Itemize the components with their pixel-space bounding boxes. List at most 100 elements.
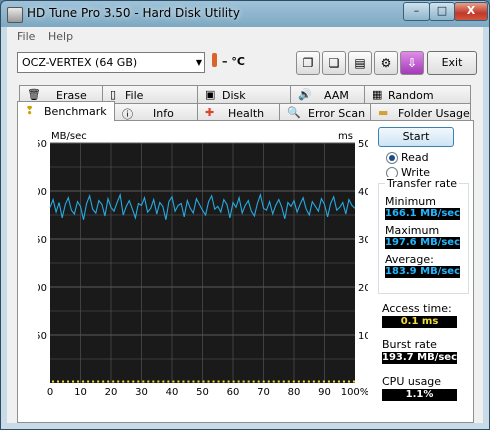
save-icon[interactable]: ▤ <box>348 51 372 75</box>
access-time-label: Access time: <box>382 302 452 315</box>
grid-icon: ▦ <box>372 88 383 101</box>
access-time-point <box>107 380 110 383</box>
y2-tick-label: 20 <box>358 283 368 294</box>
x-tick-label: 70 <box>257 387 270 398</box>
access-time-point <box>227 380 230 383</box>
tab-error-scan[interactable]: 🔍 Error Scan <box>279 103 371 121</box>
x-tick-label: 80 <box>288 387 301 398</box>
y-tick-label: 50 <box>38 331 47 342</box>
transfer-rate-group: Transfer rate Minimum 166.1 MB/sec Maxim… <box>378 177 469 294</box>
access-time-point <box>82 380 85 383</box>
read-radio-label: Read <box>401 151 429 164</box>
access-time-point <box>312 380 315 383</box>
drive-select[interactable]: OCZ-VERTEX (64 GB) ▼ <box>17 52 205 73</box>
access-time-point <box>262 380 265 383</box>
access-time-point <box>232 380 235 383</box>
exit-button[interactable]: Exit <box>427 51 477 75</box>
trash-icon: 🗑 <box>27 88 41 101</box>
y2-axis-label: ms <box>338 131 353 142</box>
tab-file-benchmark[interactable]: ▯ File Benchmark <box>102 85 198 115</box>
read-radio[interactable]: Read <box>386 151 466 164</box>
access-time-point <box>62 380 65 383</box>
toolbar: OCZ-VERTEX (64 GB) ▼ – °C ❐ ❏ ▤ ⚙ ⇩ Exit <box>7 47 483 79</box>
tab-health[interactable]: ✚ Health <box>197 103 280 121</box>
minimize-button[interactable]: – <box>403 2 430 21</box>
burst-rate-value: 193.7 MB/sec <box>382 352 457 364</box>
access-time-point <box>97 380 100 383</box>
menu-bar: File Help <box>7 27 483 45</box>
transfer-rate-title: Transfer rate <box>385 177 460 190</box>
access-time-point <box>267 380 270 383</box>
access-time-value: 0.1 ms <box>382 316 457 328</box>
access-time-point <box>52 380 54 383</box>
access-time-point <box>157 380 160 383</box>
x-tick-label: 30 <box>135 387 148 398</box>
x-tick-label: 100% <box>341 387 368 398</box>
access-time-point <box>102 380 105 383</box>
copy-screenshot-icon[interactable]: ❏ <box>322 51 346 75</box>
access-time-points <box>52 380 355 383</box>
temperature-readout: – °C <box>222 55 245 68</box>
access-time-point <box>187 380 190 383</box>
y-axis-label: MB/sec <box>51 131 87 142</box>
tab-disk-monitor[interactable]: ▣ Disk monitor <box>197 85 291 115</box>
folder-icon: ▬ <box>378 106 389 119</box>
access-time-point <box>67 380 70 383</box>
y-tick-label: 200 <box>38 187 47 198</box>
title-bar[interactable]: HD Tune Pro 3.50 - Hard Disk Utility – □… <box>1 1 489 27</box>
start-button[interactable]: Start <box>378 127 454 147</box>
y-tick-label: 100 <box>38 283 47 294</box>
access-time-point <box>332 380 335 383</box>
radio-selected-icon <box>386 152 398 164</box>
thermometer-icon <box>212 53 217 67</box>
access-time-point <box>167 380 170 383</box>
benchmark-chart: 50 100 150 200 250 10 20 30 40 50 0 10 20 30 40 50 60 70 8… <box>38 131 368 398</box>
tab-folder-usage[interactable]: ▬ Folder Usage <box>370 103 471 121</box>
tab-benchmark[interactable]: ❢ Benchmark <box>17 101 115 121</box>
access-time-point <box>222 380 225 383</box>
access-time-point <box>137 380 140 383</box>
options-icon[interactable]: ⚙ <box>374 51 398 75</box>
x-tick-label: 0 <box>47 387 53 398</box>
access-time-point <box>142 380 145 383</box>
access-time-point <box>192 380 195 383</box>
magnifier-icon: 🔍 <box>287 106 301 119</box>
benchmark-panel: 50 100 150 200 250 10 20 30 40 50 0 10 20 30 40 50 60 70 8… <box>17 120 474 423</box>
y2-tick-label: 50 <box>358 139 368 150</box>
maximize-button[interactable]: □ <box>429 2 455 21</box>
access-time-point <box>302 380 305 383</box>
tab-label: Folder Usage <box>398 107 470 120</box>
access-time-point <box>342 380 345 383</box>
access-time-point <box>132 380 135 383</box>
window-title: HD Tune Pro 3.50 - Hard Disk Utility <box>27 6 240 20</box>
access-time-point <box>117 380 120 383</box>
tab-label: Info <box>153 107 174 120</box>
health-cross-icon: ✚ <box>205 106 215 119</box>
average-label: Average: <box>385 253 434 266</box>
y-tick-label: 250 <box>38 139 47 150</box>
cpu-usage-label: CPU usage <box>382 375 442 388</box>
x-tick-label: 60 <box>227 387 240 398</box>
access-time-point <box>197 380 200 383</box>
access-time-point <box>327 380 330 383</box>
access-time-point <box>177 380 180 383</box>
tab-info[interactable]: ⓘ Info <box>114 103 198 121</box>
access-time-point <box>337 380 340 383</box>
access-time-point <box>72 380 75 383</box>
menu-file[interactable]: File <box>17 30 35 43</box>
close-button[interactable]: X <box>454 2 488 21</box>
access-time-point <box>247 380 250 383</box>
tab-random-access[interactable]: ▦ Random Access <box>364 85 471 115</box>
menu-help[interactable]: Help <box>48 30 73 43</box>
access-time-point <box>162 380 165 383</box>
access-time-point <box>277 380 280 383</box>
tab-aam[interactable]: 🔊 AAM <box>290 85 365 103</box>
access-time-point <box>252 380 255 383</box>
download-icon[interactable]: ⇩ <box>400 51 424 75</box>
copy-text-icon[interactable]: ❐ <box>296 51 320 75</box>
access-time-point <box>182 380 185 383</box>
access-time-point <box>242 380 245 383</box>
tab-label: Health <box>228 107 265 120</box>
access-time-point <box>212 380 215 383</box>
burst-rate-label: Burst rate <box>382 338 437 351</box>
